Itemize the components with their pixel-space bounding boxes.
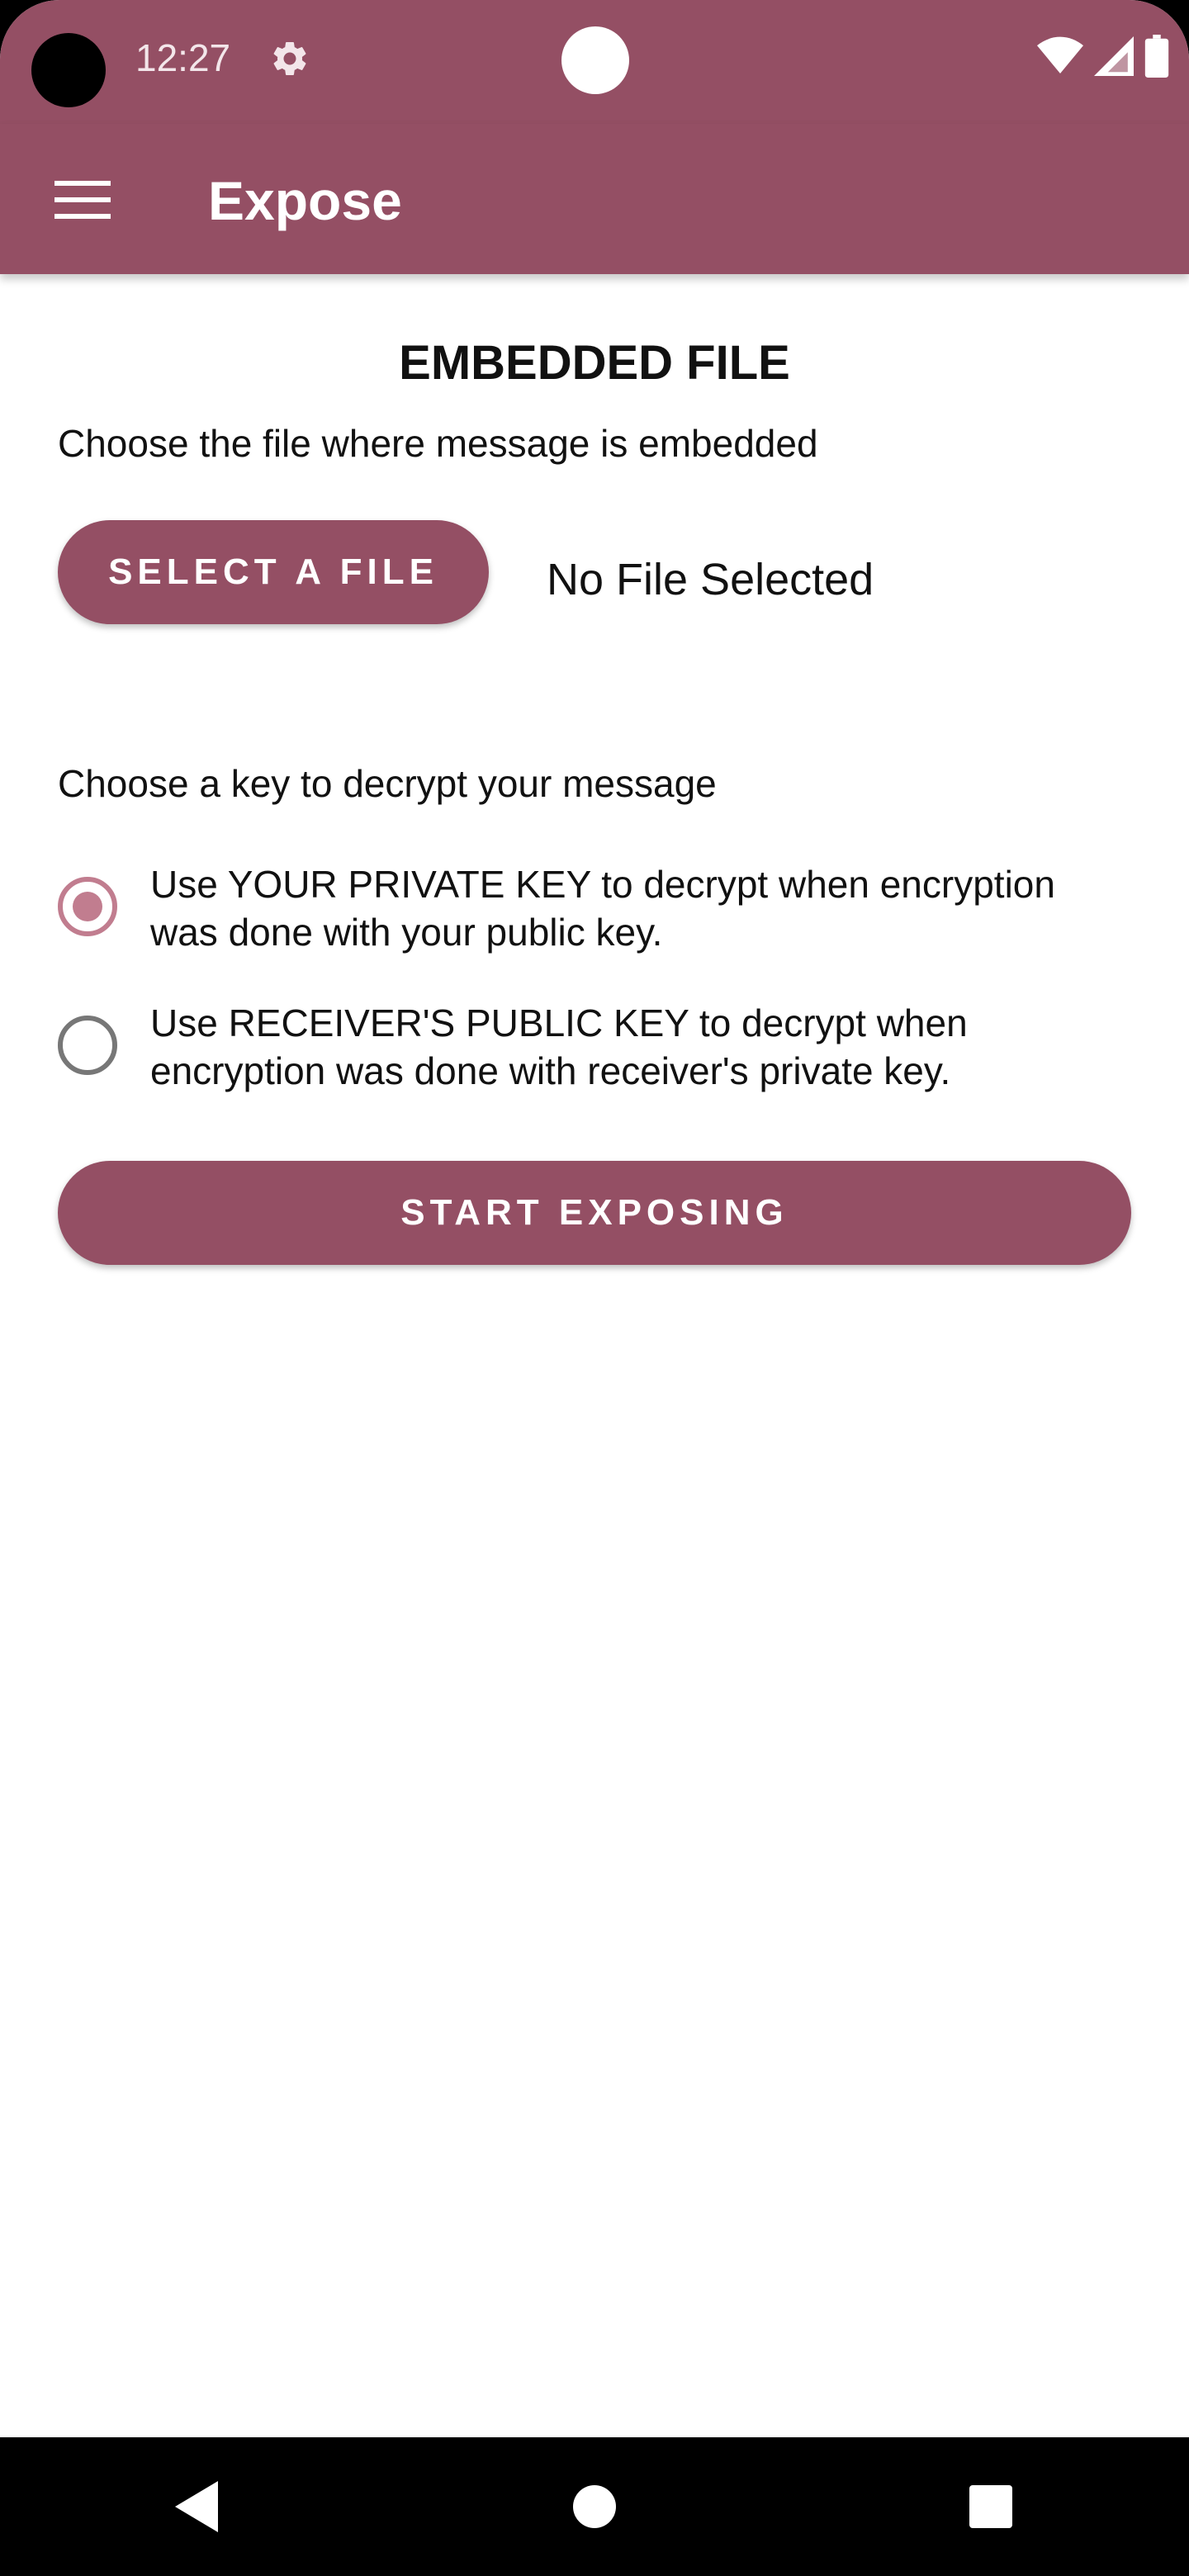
status-time: 12:27 [135, 36, 231, 79]
status-bar: 12:27 [0, 0, 1189, 124]
back-button[interactable] [157, 2465, 239, 2548]
signal-icon [1094, 36, 1134, 76]
home-icon [573, 2485, 616, 2528]
radio-button-unchecked[interactable] [58, 1016, 117, 1075]
wifi-icon [1037, 36, 1083, 73]
recents-button[interactable] [950, 2465, 1032, 2548]
hamburger-menu-icon [54, 181, 111, 219]
radio-label: Use RECEIVER'S PUBLIC KEY to decrypt whe… [150, 1002, 968, 1092]
home-button[interactable] [553, 2465, 636, 2548]
back-icon [175, 2481, 218, 2532]
settings-icon [273, 41, 306, 75]
front-camera [31, 33, 106, 107]
start-exposing-button[interactable]: START EXPOSING [58, 1161, 1131, 1265]
battery-icon [1144, 35, 1169, 78]
select-file-button[interactable]: SELECT A FILE [58, 520, 489, 624]
app-title: Expose [208, 170, 402, 231]
phone-screen: 12:27 Expose EMBEDDED FILE Choose the fi… [0, 0, 1189, 2576]
file-status: No File Selected [547, 555, 874, 604]
section-title: EMBEDDED FILE [399, 336, 790, 390]
recents-icon [969, 2485, 1012, 2528]
key-instruction: Choose a key to decrypt your message [58, 762, 717, 805]
status-icons [1037, 33, 1169, 79]
navigation-bar [0, 2437, 1189, 2576]
menu-button[interactable] [46, 167, 119, 233]
radio-option-private-key[interactable]: Use YOUR PRIVATE KEY to decrypt when enc… [58, 860, 1131, 956]
radio-option-public-key[interactable]: Use RECEIVER'S PUBLIC KEY to decrypt whe… [58, 999, 1131, 1095]
file-instruction: Choose the file where message is embedde… [58, 422, 818, 465]
camera-cutout [561, 26, 629, 94]
app-bar: Expose [0, 124, 1189, 274]
radio-button-checked[interactable] [58, 877, 117, 936]
radio-label: Use YOUR PRIVATE KEY to decrypt when enc… [150, 863, 1055, 954]
